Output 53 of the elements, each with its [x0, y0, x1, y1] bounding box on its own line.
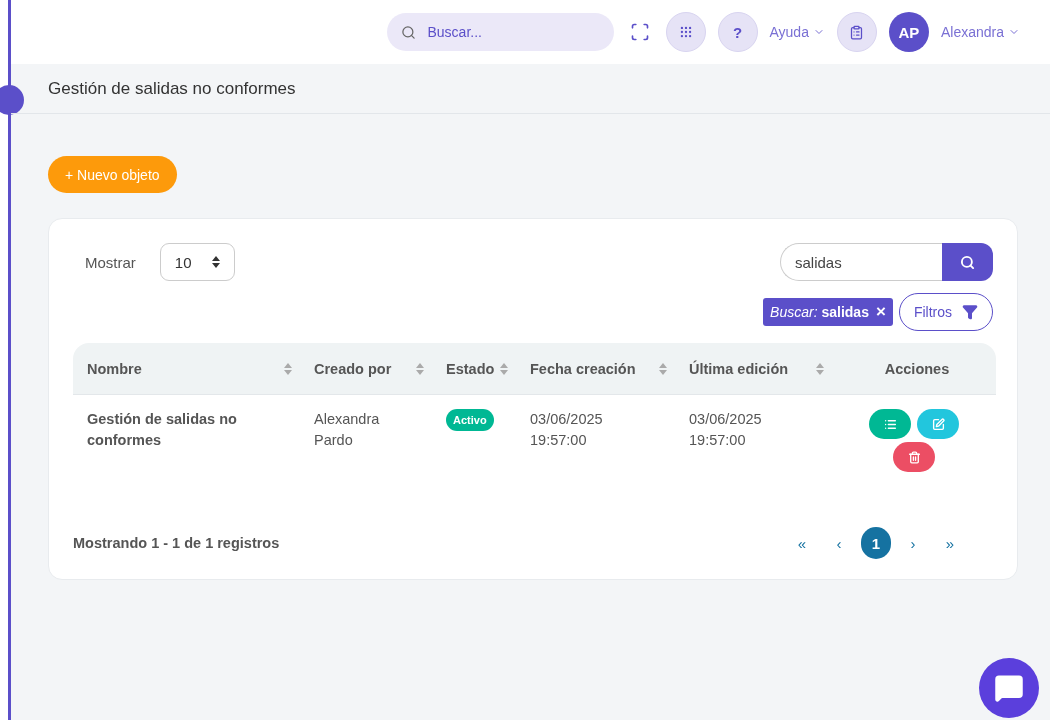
status-badge: Activo	[446, 409, 494, 431]
edit-icon	[931, 417, 945, 431]
chip-close-button[interactable]: ×	[875, 302, 886, 322]
search-icon	[960, 254, 975, 270]
search-button[interactable]	[942, 243, 993, 281]
table-cell-text: 03/06/2025 19:57:00	[529, 410, 604, 450]
help-button[interactable]: ?	[717, 12, 758, 52]
trash-icon	[907, 450, 921, 464]
list-button[interactable]	[869, 409, 911, 439]
column-header[interactable]: Nombre	[73, 343, 300, 395]
table-search-field[interactable]: salidas	[780, 243, 942, 281]
fullscreen-icon	[629, 22, 650, 42]
filter-chip-label: Buscar: salidas	[770, 304, 869, 320]
table-cell-text: Alexandra Pardo	[313, 410, 381, 450]
user-menu[interactable]: Alexandra	[940, 24, 1020, 40]
apps-button[interactable]	[665, 12, 706, 52]
table-cell-text: Gestión de salidas no conformes	[86, 410, 238, 450]
table-cell-text: 03/06/2025 19:57:00	[688, 410, 763, 450]
column-header[interactable]: Estado	[432, 343, 516, 395]
page-link[interactable]: 1	[861, 527, 891, 559]
sort-icon	[659, 362, 667, 375]
page-link[interactable]: «	[787, 527, 817, 559]
page-link[interactable]: ›	[898, 527, 928, 559]
delete-button[interactable]	[893, 442, 935, 472]
sidebar-toggle[interactable]	[0, 85, 24, 115]
search-field[interactable]: Buscar...	[386, 13, 614, 51]
sort-icon	[500, 362, 508, 375]
chat-button[interactable]	[979, 658, 1039, 718]
search-icon	[400, 24, 416, 40]
grid-icon	[678, 25, 693, 39]
records-info: Mostrando 1 - 1 de 1 registros	[73, 535, 280, 551]
sort-icon	[416, 362, 424, 375]
column-header: Acciones	[832, 343, 996, 395]
page-link[interactable]: »	[935, 527, 965, 559]
user-avatar[interactable]: AP	[888, 12, 929, 52]
clipboard-button[interactable]	[836, 12, 877, 52]
page-title: Gestión de salidas no conformes	[48, 78, 296, 99]
column-header[interactable]: Creado por	[300, 343, 432, 395]
column-header[interactable]: Fecha creación	[516, 343, 675, 395]
search-input[interactable]: Buscar...	[425, 23, 586, 41]
filter-icon	[962, 304, 978, 320]
page-link[interactable]: ‹	[824, 527, 854, 559]
column-header[interactable]: Última edición	[675, 343, 832, 395]
show-label: Mostrar	[85, 253, 136, 271]
clipboard-icon	[849, 24, 865, 40]
sort-arrows-icon	[211, 256, 220, 268]
sort-icon	[816, 362, 824, 375]
page-size-select[interactable]: 10	[159, 243, 235, 281]
help-menu[interactable]: Ayuda	[769, 24, 825, 40]
list-icon	[883, 417, 897, 431]
filters-button[interactable]: Filtros	[898, 293, 993, 331]
sort-icon	[284, 362, 292, 375]
chat-icon	[994, 673, 1024, 703]
